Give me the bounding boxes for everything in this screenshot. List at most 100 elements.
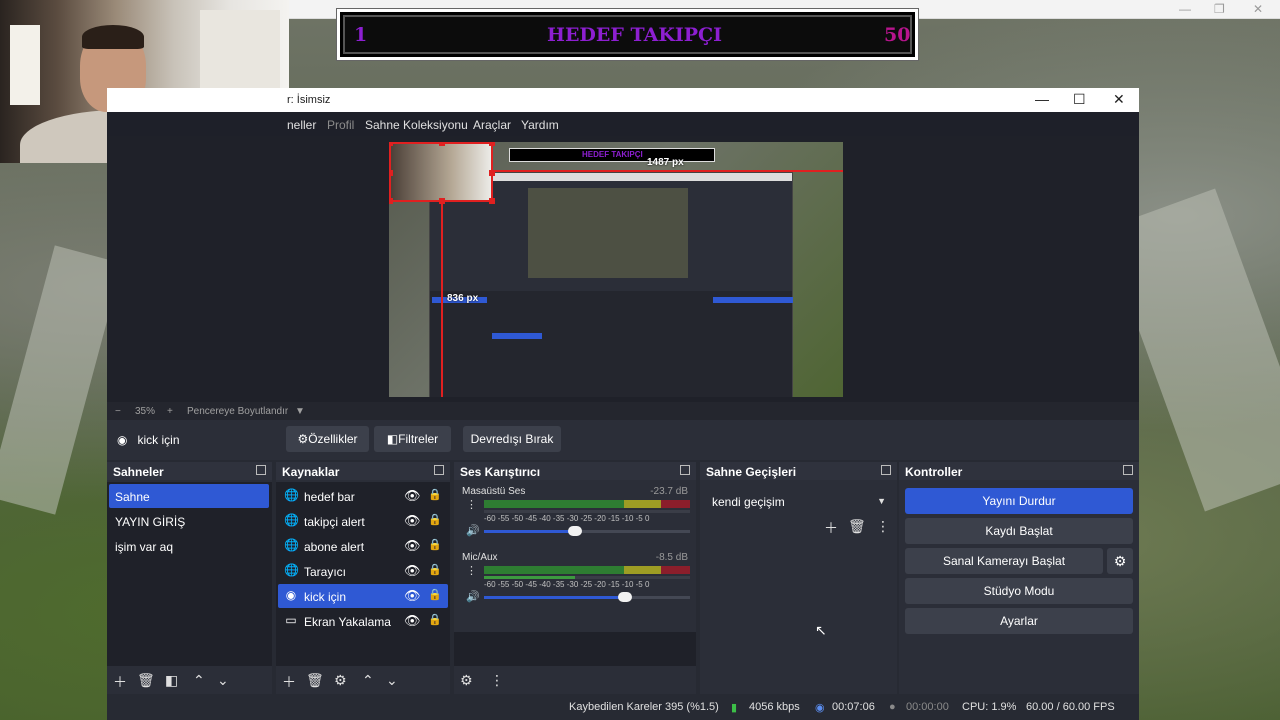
maximize-icon[interactable]: ☐ [1073,91,1086,108]
volume-slider[interactable] [484,526,690,536]
trash-icon[interactable]: 🗑 [306,672,324,689]
eye-icon[interactable]: 👁 [404,588,421,604]
source-context-bar: ◉ kick için ⚙Özellikler ◧Filtreler Devre… [107,420,1139,460]
transition-selected: kendi geçişim [712,495,785,509]
advanced-audio-icon[interactable]: ⚙ [460,672,473,689]
source-item[interactable]: 🌐 hedef bar 👁 🔒 [278,484,448,508]
start-recording-button[interactable]: Kaydı Başlat [905,518,1133,544]
menu-help[interactable]: Yardım [521,118,559,132]
menu-scene-collection[interactable]: Sahne Koleksiyonu [365,118,468,132]
scene-transitions-dock: Sahne Geçişleri kendi geçişim ▼ ＋ 🗑 ⋮ [700,462,897,694]
filters-button[interactable]: ◧Filtreler [374,426,451,452]
undock-icon[interactable] [680,465,690,475]
kebab-menu-icon[interactable]: ⋮ [466,564,477,577]
camera-icon: ◉ [117,433,128,447]
trash-icon[interactable]: 🗑 [848,518,866,535]
scene-item[interactable]: işim var aq [109,534,269,558]
gear-icon[interactable]: ⚙ [1107,548,1133,574]
source-item[interactable]: 🌐 Tarayıcı 👁 🔒 [278,559,448,583]
close-icon[interactable]: ✕ [1113,91,1125,108]
level-meter-peak [484,510,690,513]
properties-button[interactable]: ⚙Özellikler [286,426,369,452]
lock-icon[interactable]: 🔒 [428,563,442,576]
lock-icon[interactable]: 🔒 [428,613,442,626]
kebab-menu-icon[interactable]: ⋮ [466,498,477,511]
lock-icon[interactable]: 🔒 [428,488,442,501]
chevron-down-icon[interactable]: ⌄ [386,672,398,689]
mixer-track: Mic/Aux -8.5 dB ⋮ -60 -55 -50 -45 -40 -3… [458,550,692,612]
menu-bar: neller Profil Sahne Koleksiyonu Araçlar … [107,112,1139,136]
speaker-icon[interactable]: 🔊 [466,590,480,603]
guide-width-label: 1487 px [647,157,684,168]
transition-select[interactable]: kendi geçişim ▼ [706,490,892,512]
add-icon[interactable]: ＋ [824,518,838,538]
nested-obs-preview [429,172,793,397]
monitor-icon: ▭ [285,613,297,627]
menu-scenes[interactable]: neller [287,118,316,132]
guide-line-vertical [441,202,443,397]
undock-icon[interactable] [434,465,444,475]
gear-icon[interactable]: ⚙ [334,672,347,689]
guide-line-horizontal [493,170,843,172]
eye-icon[interactable]: 👁 [404,488,421,504]
preview-area[interactable]: HEDEF TAKIPÇI 1487 px 836 px [107,136,1139,402]
deactivate-button[interactable]: Devredışı Bırak [463,426,561,452]
meter-scale: -60 -55 -50 -45 -40 -35 -30 -25 -20 -15 … [484,514,650,523]
undock-icon[interactable] [881,465,891,475]
window-title: r: İsimsiz [287,94,331,106]
source-item[interactable]: ◉ kick için 👁 🔒 [278,584,448,608]
source-item[interactable]: 🌐 abone alert 👁 🔒 [278,534,448,558]
chevron-down-icon[interactable]: ▼ [295,406,305,417]
chevron-down-icon[interactable]: ⌄ [217,672,229,689]
stop-streaming-button[interactable]: Yayını Durdur [905,488,1133,514]
lock-icon[interactable]: 🔒 [428,588,442,601]
menu-tools[interactable]: Araçlar [473,118,511,132]
kebab-menu-icon[interactable]: ⋮ [876,518,890,535]
lock-icon[interactable]: 🔒 [428,513,442,526]
settings-button[interactable]: Ayarlar [905,608,1133,634]
follower-goal-bar: 1 HEDEF TAKIPÇI 50 [336,8,919,61]
zoom-in-button[interactable]: + [167,406,173,417]
undock-icon[interactable] [256,465,266,475]
maximize-icon[interactable]: ❐ [1214,2,1225,16]
lock-icon[interactable]: 🔒 [428,538,442,551]
close-icon[interactable]: ✕ [1253,2,1263,16]
chevron-up-icon[interactable]: ⌃ [193,672,205,689]
speaker-icon[interactable]: 🔊 [466,524,480,537]
fit-to-window[interactable]: Pencereye Boyutlandır [187,406,288,417]
stream-time: 00:07:06 [832,701,875,713]
chevron-up-icon[interactable]: ⌃ [362,672,374,689]
start-virtual-camera-button[interactable]: Sanal Kamerayı Başlat [905,548,1103,574]
add-icon[interactable]: ＋ [282,672,296,692]
mixer-title: Ses Karıştırıcı [460,465,541,479]
preview-webcam-selected[interactable] [389,142,495,204]
kebab-menu-icon[interactable]: ⋮ [490,672,504,689]
eye-icon[interactable]: 👁 [404,538,421,554]
transitions-title: Sahne Geçişleri [706,465,797,479]
eye-icon[interactable]: 👁 [404,613,421,629]
zoom-out-button[interactable]: − [115,406,121,417]
eye-icon[interactable]: 👁 [404,513,421,529]
meter-scale: -60 -55 -50 -45 -40 -35 -30 -25 -20 -15 … [484,580,650,589]
scene-item[interactable]: YAYIN GİRİŞ [109,509,269,533]
scene-item[interactable]: Sahne [109,484,269,508]
add-icon[interactable]: ＋ [113,672,127,692]
undock-icon[interactable] [1123,465,1133,475]
source-item[interactable]: 🌐 takipçi alert 👁 🔒 [278,509,448,533]
globe-icon: 🌐 [284,513,299,527]
minimize-icon[interactable]: — [1179,2,1191,16]
preview-canvas[interactable]: HEDEF TAKIPÇI 1487 px 836 px [389,142,843,397]
context-source: ◉ kick için [117,433,180,447]
zoom-bar: − 35% + Pencereye Boyutlandır ▼ [107,402,1139,420]
menu-profile[interactable]: Profil [327,118,354,132]
eye-icon[interactable]: 👁 [404,563,421,579]
filter-icon[interactable]: ◧ [165,672,178,689]
studio-mode-button[interactable]: Stüdyo Modu [905,578,1133,604]
track-name: Mic/Aux [462,552,498,563]
volume-slider[interactable] [484,592,690,602]
sources-title: Kaynaklar [282,465,340,479]
bitrate: 4056 kbps [749,701,800,713]
source-item[interactable]: ▭ Ekran Yakalama 👁 🔒 [278,609,448,633]
trash-icon[interactable]: 🗑 [137,672,155,689]
minimize-icon[interactable]: — [1035,91,1049,107]
